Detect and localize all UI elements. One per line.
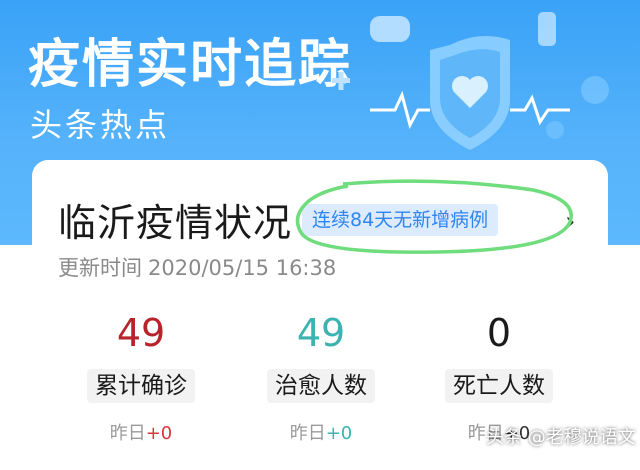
status-badge: 连续84天无新增病例 (302, 204, 499, 236)
stat-label: 死亡人数 (445, 369, 553, 403)
shield-heart-illustration (332, 12, 609, 150)
yesterday-delta: +0 (145, 423, 173, 444)
yesterday-delta: +0 (325, 423, 353, 444)
watermark: 头条 @老穆说语文 (486, 427, 636, 448)
stat-recovered: 49 治愈人数 昨日+0 (256, 311, 386, 445)
yesterday-label: 昨日 (109, 423, 146, 444)
stat-label: 累计确诊 (87, 369, 195, 403)
yesterday-label: 昨日 (289, 423, 326, 444)
stat-label: 治愈人数 (267, 369, 375, 403)
banner-title: 疫情实时追踪 (28, 35, 353, 95)
update-timestamp: 2020/05/15 16:38 (148, 256, 337, 280)
stat-confirmed: 49 累计确诊 昨日+0 (76, 311, 206, 445)
stat-value: 0 (486, 311, 512, 355)
stat-value: 49 (296, 311, 346, 355)
chevron-right-icon[interactable]: › (565, 207, 575, 237)
stat-yesterday: 昨日+0 (76, 419, 206, 445)
stat-value: 49 (116, 311, 166, 355)
stat-yesterday: 昨日+0 (256, 419, 386, 445)
update-label: 更新时间 (58, 256, 142, 280)
card-title: 临沂疫情状况 (58, 201, 293, 245)
banner-subtitle: 头条热点 (30, 106, 171, 144)
update-time: 更新时间 2020/05/15 16:38 (58, 252, 342, 282)
